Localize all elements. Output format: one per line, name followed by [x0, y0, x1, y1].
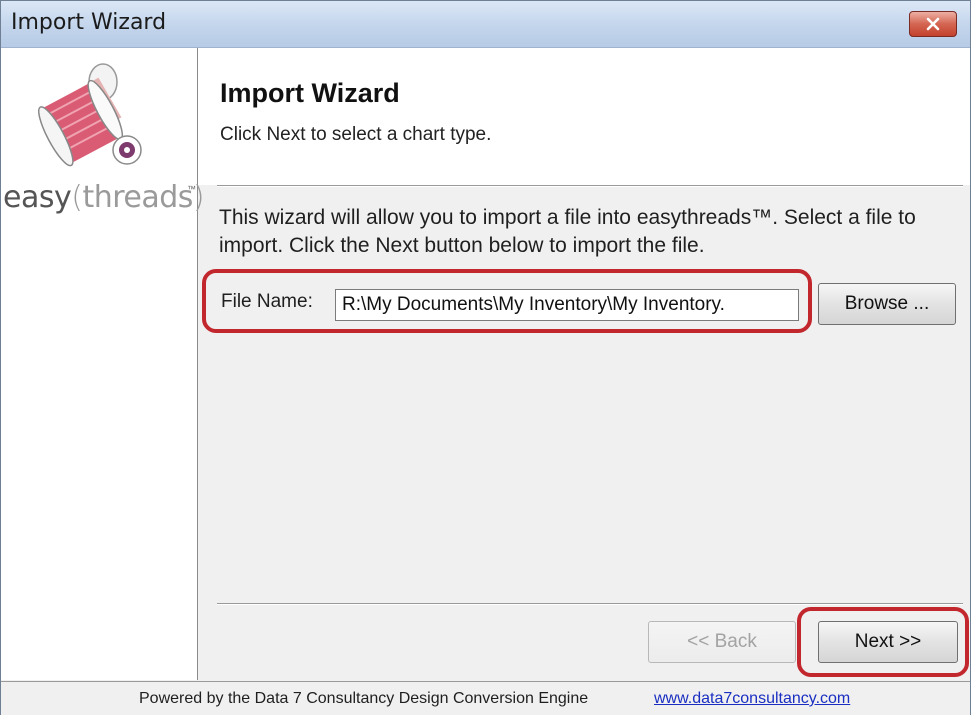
wizard-header: Import Wizard Click Next to select a cha…: [198, 48, 970, 185]
wizard-description: This wizard will allow you to import a f…: [219, 206, 916, 257]
next-button[interactable]: Next >>: [818, 621, 958, 663]
next-button-label: Next >>: [854, 631, 922, 652]
file-name-input[interactable]: [335, 289, 799, 321]
logo-word-easy: easy: [3, 180, 72, 215]
logo-wordmark: easy(threads): [3, 180, 205, 215]
page-title: Import Wizard: [220, 78, 400, 108]
footer-bar: Powered by the Data 7 Consultancy Design…: [1, 681, 970, 715]
title-bar[interactable]: Import Wizard: [1, 1, 970, 48]
header-divider: [217, 185, 963, 187]
import-wizard-window: Import Wizard easy(threads) ™ Import Wiz…: [0, 0, 971, 715]
browse-button[interactable]: Browse ...: [818, 283, 956, 325]
back-button[interactable]: << Back: [648, 621, 796, 663]
window-title: Import Wizard: [11, 10, 167, 35]
close-icon: [926, 17, 940, 31]
powered-by-text: Powered by the Data 7 Consultancy Design…: [139, 690, 589, 707]
wizard-sidebar: easy(threads) ™: [1, 48, 205, 680]
file-name-label: File Name:: [221, 291, 313, 312]
website-link[interactable]: www.data7consultancy.com: [654, 690, 850, 708]
thread-spool-icon: [38, 63, 142, 167]
footer-divider: [217, 603, 963, 605]
logo-word-threads: threads: [82, 180, 193, 215]
logo-trademark: ™: [187, 184, 196, 194]
close-button[interactable]: [909, 11, 957, 37]
back-button-label: << Back: [687, 631, 757, 652]
page-subtitle: Click Next to select a chart type.: [220, 124, 492, 145]
easythreads-logo: easy(threads) ™: [1, 52, 205, 215]
